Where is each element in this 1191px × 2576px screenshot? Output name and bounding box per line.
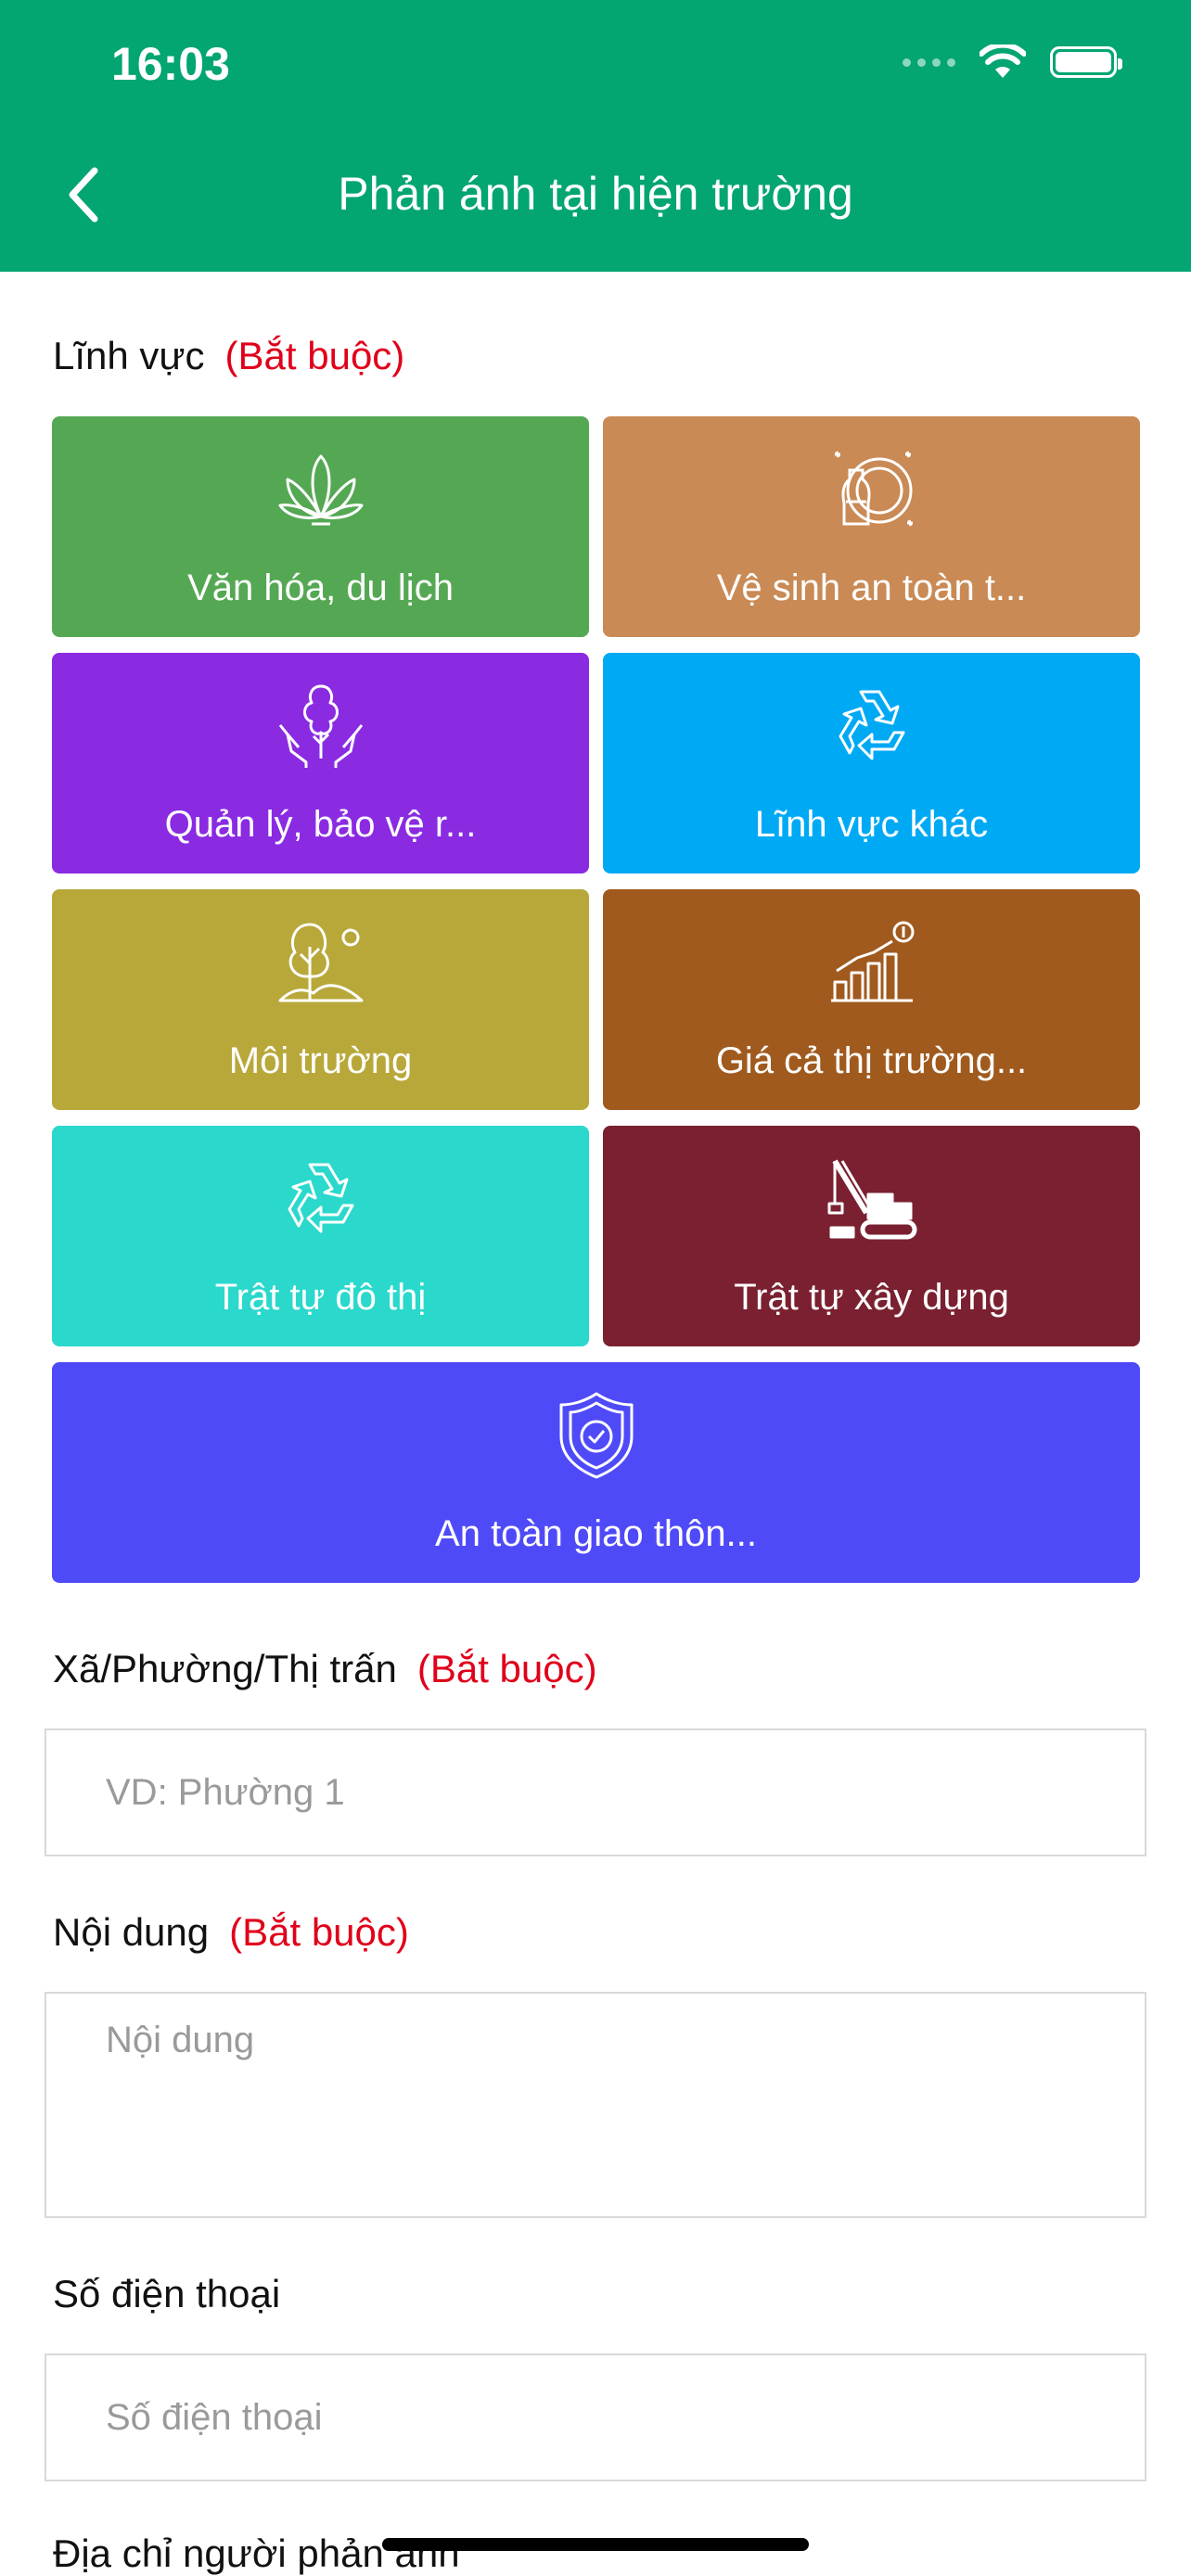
food-safety-icon (834, 451, 913, 527)
home-indicator[interactable] (382, 2538, 809, 2551)
environment-tree-icon (278, 923, 363, 1002)
tile-label: Quản lý, bảo vệ r... (164, 804, 477, 845)
recycle-icon (839, 690, 904, 760)
required-tag: (Bắt buộc) (229, 1910, 409, 1954)
cellular-signal-icon (903, 57, 955, 67)
tile-label: Trật tự xây dựng (734, 1277, 1009, 1318)
required-tag: (Bắt buộc) (224, 334, 405, 377)
status-time: 16:03 (111, 38, 230, 90)
status-icons (903, 45, 1122, 80)
tile-label: Văn hóa, du lịch (187, 567, 454, 608)
label-text: Lĩnh vực (53, 334, 205, 377)
label-text: Xã/Phường/Thị trấn (53, 1647, 397, 1690)
recycle-icon (288, 1163, 353, 1233)
tile-label: Môi trường (228, 1040, 413, 1081)
ward-input-wrapper (45, 1728, 1146, 1856)
tile-label: Giá cả thị trường... (715, 1040, 1028, 1081)
tile-label: Trật tự đô thị (214, 1277, 427, 1318)
phone-input-wrapper (45, 2353, 1146, 2481)
tile-label: Vệ sinh an toàn t... (716, 567, 1027, 608)
crane-icon (827, 1159, 916, 1240)
field-label-linh-vuc: Lĩnh vực (Bắt buộc) (53, 334, 404, 378)
category-tile-quan-ly-bao-ve-rung[interactable]: Quản lý, bảo vệ r... (52, 653, 589, 874)
app-header: 16:03 Phản ánh tại hiện trường (0, 0, 1191, 272)
content-textarea[interactable] (46, 1994, 1145, 2216)
field-label-xa-phuong: Xã/Phường/Thị trấn (Bắt buộc) (53, 1647, 597, 1691)
page-title: Phản ánh tại hiện trường (338, 168, 853, 220)
shield-check-icon (559, 1392, 633, 1479)
category-tile-linh-vuc-khac[interactable]: Lĩnh vực khác (603, 653, 1140, 874)
label-text: Nội dung (53, 1910, 210, 1954)
field-label-noi-dung: Nội dung (Bắt buộc) (53, 1910, 409, 1955)
category-tile-ve-sinh-an-toan[interactable]: Vệ sinh an toàn t... (603, 416, 1140, 637)
category-tile-an-toan-giao-thong[interactable]: An toàn giao thôn... (52, 1362, 1140, 1583)
tile-label: An toàn giao thôn... (435, 1513, 757, 1554)
tile-label: Lĩnh vực khác (754, 804, 989, 845)
category-tile-trat-tu-xay-dung[interactable]: Trật tự xây dựng (603, 1126, 1140, 1346)
phone-input[interactable] (46, 2355, 1145, 2480)
category-tile-van-hoa[interactable]: Văn hóa, du lịch (52, 416, 589, 637)
lotus-icon (278, 454, 363, 526)
required-tag: (Bắt buộc) (416, 1647, 597, 1690)
ward-input[interactable] (46, 1730, 1145, 1855)
market-price-chart-icon (830, 921, 914, 1002)
category-tile-gia-ca-thi-truong[interactable]: Giá cả thị trường... (603, 889, 1140, 1110)
battery-icon (1050, 46, 1122, 78)
forest-protection-icon (278, 684, 363, 768)
label-text: Số điện thoại (53, 2272, 281, 2315)
wifi-icon (980, 45, 1026, 78)
content-textarea-wrapper (45, 1992, 1146, 2218)
field-label-so-dien-thoai: Số điện thoại (53, 2272, 280, 2316)
category-tile-trat-tu-do-thi[interactable]: Trật tự đô thị (52, 1126, 589, 1346)
category-tile-moi-truong[interactable]: Môi trường (52, 889, 589, 1110)
